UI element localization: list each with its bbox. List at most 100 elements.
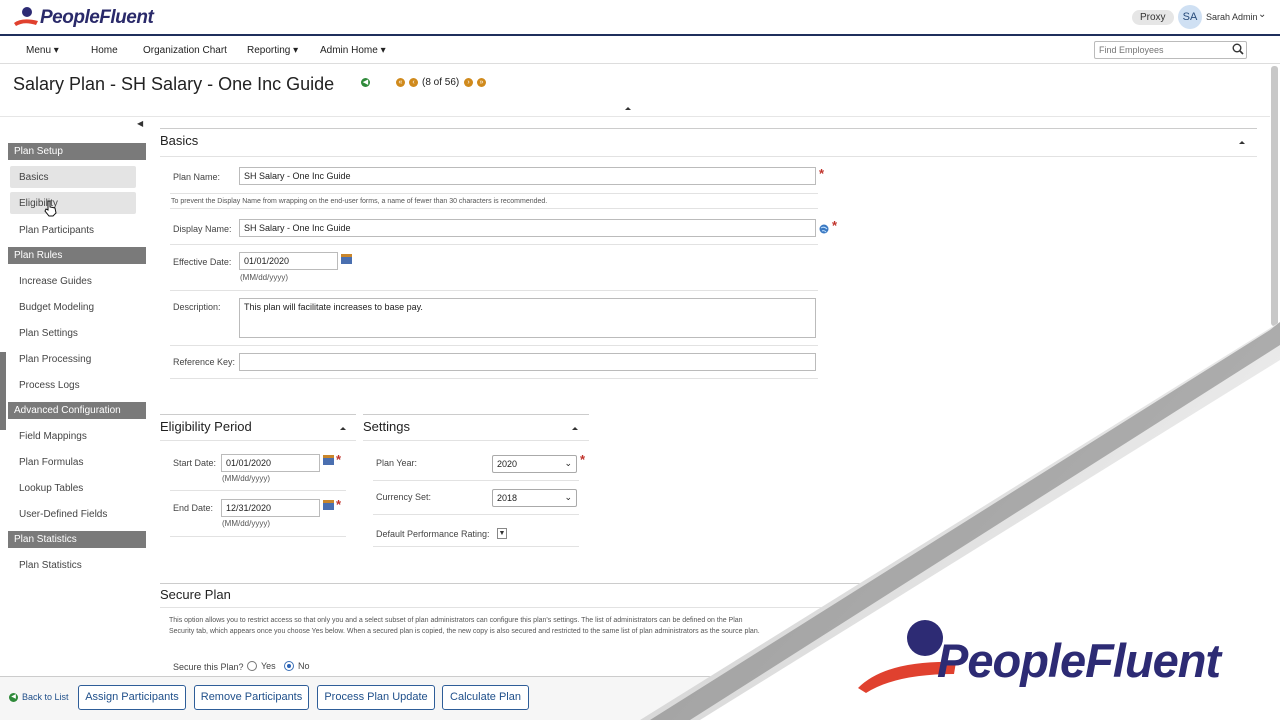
secure-plan-question: Secure this Plan? (173, 662, 244, 672)
sidebar-heading-plan-rules: Plan Rules (8, 247, 146, 264)
reference-key-input[interactable] (239, 353, 816, 371)
section-title-secure-plan: Secure Plan (160, 587, 231, 602)
performance-rating-dropdown[interactable]: ▼ (497, 528, 507, 539)
sidebar-item-lookup-tables[interactable]: Lookup Tables (19, 483, 83, 494)
logo-text: PeopleFluent (40, 7, 154, 28)
plan-name-input[interactable]: SH Salary - One Inc Guide (239, 167, 816, 185)
end-date-input[interactable]: 12/31/2020 (221, 499, 320, 517)
nav-organization-chart[interactable]: Organization Chart (143, 45, 227, 56)
top-header: PeopleFluent Proxy SA Sarah Admin ⌄ (0, 0, 1280, 36)
required-asterisk: * (832, 218, 838, 233)
sidebar-toggle-handle[interactable] (0, 352, 6, 430)
sidebar-heading-plan-statistics: Plan Statistics (8, 531, 146, 548)
secure-plan-description: This option allows you to restrict acces… (169, 617, 760, 635)
plan-year-select[interactable]: 2020 ⌄ (492, 455, 577, 473)
back-to-list-link[interactable]: Back to List (22, 692, 69, 702)
assign-participants-button[interactable]: Assign Participants (78, 685, 186, 710)
globe-icon[interactable] (819, 224, 829, 234)
sidebar-item-plan-participants[interactable]: Plan Participants (19, 225, 94, 236)
calendar-icon[interactable] (341, 254, 352, 264)
plan-name-hint: To prevent the Display Name from wrappin… (171, 198, 548, 205)
currency-set-label: Currency Set: (376, 492, 432, 502)
logo-icon (14, 7, 38, 26)
sidebar-item-plan-formulas[interactable]: Plan Formulas (19, 457, 83, 468)
collapse-basics-icon[interactable] (1239, 141, 1245, 144)
sidebar-item-process-logs[interactable]: Process Logs (19, 380, 80, 391)
plan-name-label: Plan Name: (173, 172, 221, 182)
required-asterisk: * (580, 452, 586, 467)
plan-year-label: Plan Year: (376, 458, 418, 468)
secure-yes-label: Yes (261, 661, 276, 671)
nav-home[interactable]: Home (91, 45, 118, 56)
sidebar-item-plan-settings[interactable]: Plan Settings (19, 328, 78, 339)
start-date-input[interactable]: 01/01/2020 (221, 454, 320, 472)
sidebar-item-increase-guides[interactable]: Increase Guides (19, 276, 92, 287)
sidebar-item-basics[interactable]: Basics (19, 172, 48, 183)
required-asterisk: * (336, 452, 342, 467)
effective-date-input[interactable]: 01/01/2020 (239, 252, 338, 270)
proxy-badge[interactable]: Proxy (1132, 10, 1174, 25)
end-date-format: (MM/dd/yyyy) (222, 519, 270, 528)
avatar[interactable]: SA (1178, 5, 1202, 29)
section-title-basics: Basics (160, 133, 199, 148)
currency-set-select[interactable]: 2018 ⌄ (492, 489, 577, 507)
last-record-icon[interactable]: » (477, 78, 486, 87)
display-name-label: Display Name: (173, 224, 232, 234)
default-performance-rating-label: Default Performance Rating: (376, 529, 490, 539)
sidebar-item-budget-modeling[interactable]: Budget Modeling (19, 302, 94, 313)
sidebar-item-plan-statistics[interactable]: Plan Statistics (19, 560, 82, 571)
collapse-header-icon[interactable] (625, 107, 631, 110)
secure-yes-radio[interactable] (247, 661, 257, 671)
nav-menu[interactable]: Menu ▾ (26, 45, 59, 56)
description-textarea[interactable]: This plan will facilitate increases to b… (239, 298, 816, 338)
main-nav: Menu ▾ Home Organization Chart Reporting… (0, 38, 1280, 64)
secure-no-label: No (298, 661, 310, 671)
section-title-eligibility-period: Eligibility Period (160, 419, 252, 434)
calculate-plan-button[interactable]: Calculate Plan (442, 685, 529, 710)
chevron-down-icon: ⌄ (564, 492, 572, 502)
chevron-down-icon: ⌄ (564, 458, 572, 468)
collapse-settings-icon[interactable] (572, 427, 578, 430)
record-pager: (8 of 56) (422, 77, 460, 88)
reference-key-label: Reference Key: (173, 357, 236, 367)
sidebar-heading-plan-setup: Plan Setup (8, 143, 146, 160)
search-input[interactable] (1094, 41, 1247, 59)
description-label: Description: (173, 302, 221, 312)
required-asterisk: * (336, 497, 342, 512)
nav-reporting[interactable]: Reporting ▾ (247, 45, 298, 56)
back-arrow-icon[interactable]: ◀ (361, 78, 370, 87)
remove-participants-button[interactable]: Remove Participants (194, 685, 309, 710)
calendar-icon[interactable] (323, 500, 334, 510)
end-date-label: End Date: (173, 503, 214, 513)
nav-admin-home[interactable]: Admin Home ▾ (320, 45, 386, 56)
calendar-icon[interactable] (323, 455, 334, 465)
effective-date-format: (MM/dd/yyyy) (240, 273, 288, 282)
section-title-settings: Settings (363, 419, 410, 434)
user-name[interactable]: Sarah Admin (1206, 12, 1258, 22)
page-title: Salary Plan - SH Salary - One Inc Guide (13, 74, 335, 94)
hand-cursor-icon (44, 200, 57, 217)
sidebar-item-plan-processing[interactable]: Plan Processing (19, 354, 91, 365)
sidebar-item-field-mappings[interactable]: Field Mappings (19, 431, 87, 442)
next-record-icon[interactable]: › (464, 78, 473, 87)
logo-text-large: PeopleFluent (937, 634, 1221, 687)
collapse-eligibility-icon[interactable] (340, 427, 346, 430)
sidebar-item-user-defined-fields[interactable]: User-Defined Fields (19, 509, 107, 520)
effective-date-label: Effective Date: (173, 257, 232, 267)
start-date-format: (MM/dd/yyyy) (222, 474, 270, 483)
secure-no-radio[interactable] (284, 661, 294, 671)
scrollbar[interactable] (1271, 66, 1278, 326)
back-arrow-icon[interactable]: ◀ (9, 693, 18, 702)
plan-year-value: 2020 (497, 459, 518, 469)
start-date-label: Start Date: (173, 458, 217, 468)
previous-record-icon[interactable]: ‹ (409, 78, 418, 87)
search-icon[interactable] (1232, 43, 1244, 55)
collapse-sidebar-icon[interactable]: ◀ (137, 119, 143, 128)
peoplefluent-logo[interactable]: PeopleFluent (12, 3, 154, 31)
process-plan-update-button[interactable]: Process Plan Update (317, 685, 435, 710)
chevron-down-icon[interactable]: ⌄ (1258, 9, 1266, 20)
first-record-icon[interactable]: « (396, 78, 405, 87)
currency-set-value: 2018 (497, 493, 518, 503)
required-asterisk: * (819, 166, 825, 181)
display-name-input[interactable]: SH Salary - One Inc Guide (239, 219, 816, 237)
